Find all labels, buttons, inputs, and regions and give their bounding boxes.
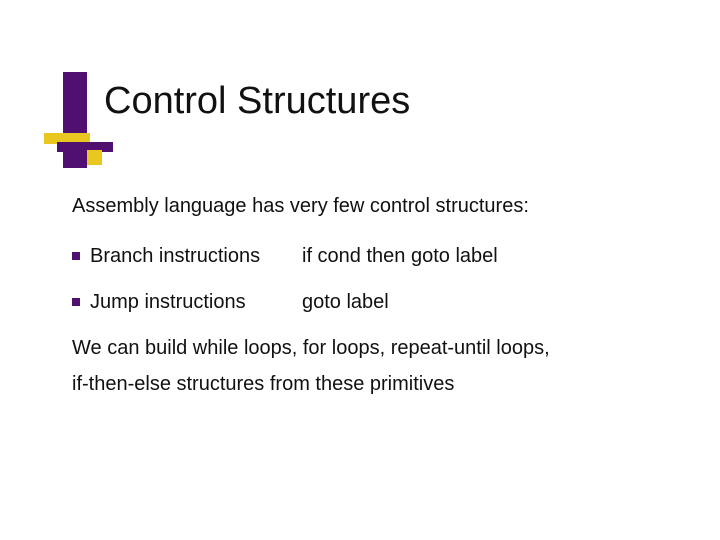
item-label: Branch instructions [90,242,302,270]
deco-purple-vertical [63,72,87,168]
slide-content: Assembly language has very few control s… [72,192,662,420]
slide-title: Control Structures [104,80,410,123]
outro-text-2: if-then-else structures from these primi… [72,370,662,398]
item-label: Jump instructions [90,288,302,316]
slide: { "title": "Control Structures", "conten… [0,0,720,540]
deco-yellow-square [87,150,102,165]
deco-purple-horizontal [57,142,113,152]
intro-text: Assembly language has very few control s… [72,192,662,220]
item-desc: goto label [302,288,662,316]
outro-text-1: We can build while loops, for loops, rep… [72,334,662,362]
list-item: Jump instructions goto label [72,288,662,316]
bullet-icon [72,298,80,306]
item-desc: if cond then goto label [302,242,662,270]
bullet-icon [72,252,80,260]
list-item: Branch instructions if cond then goto la… [72,242,662,270]
